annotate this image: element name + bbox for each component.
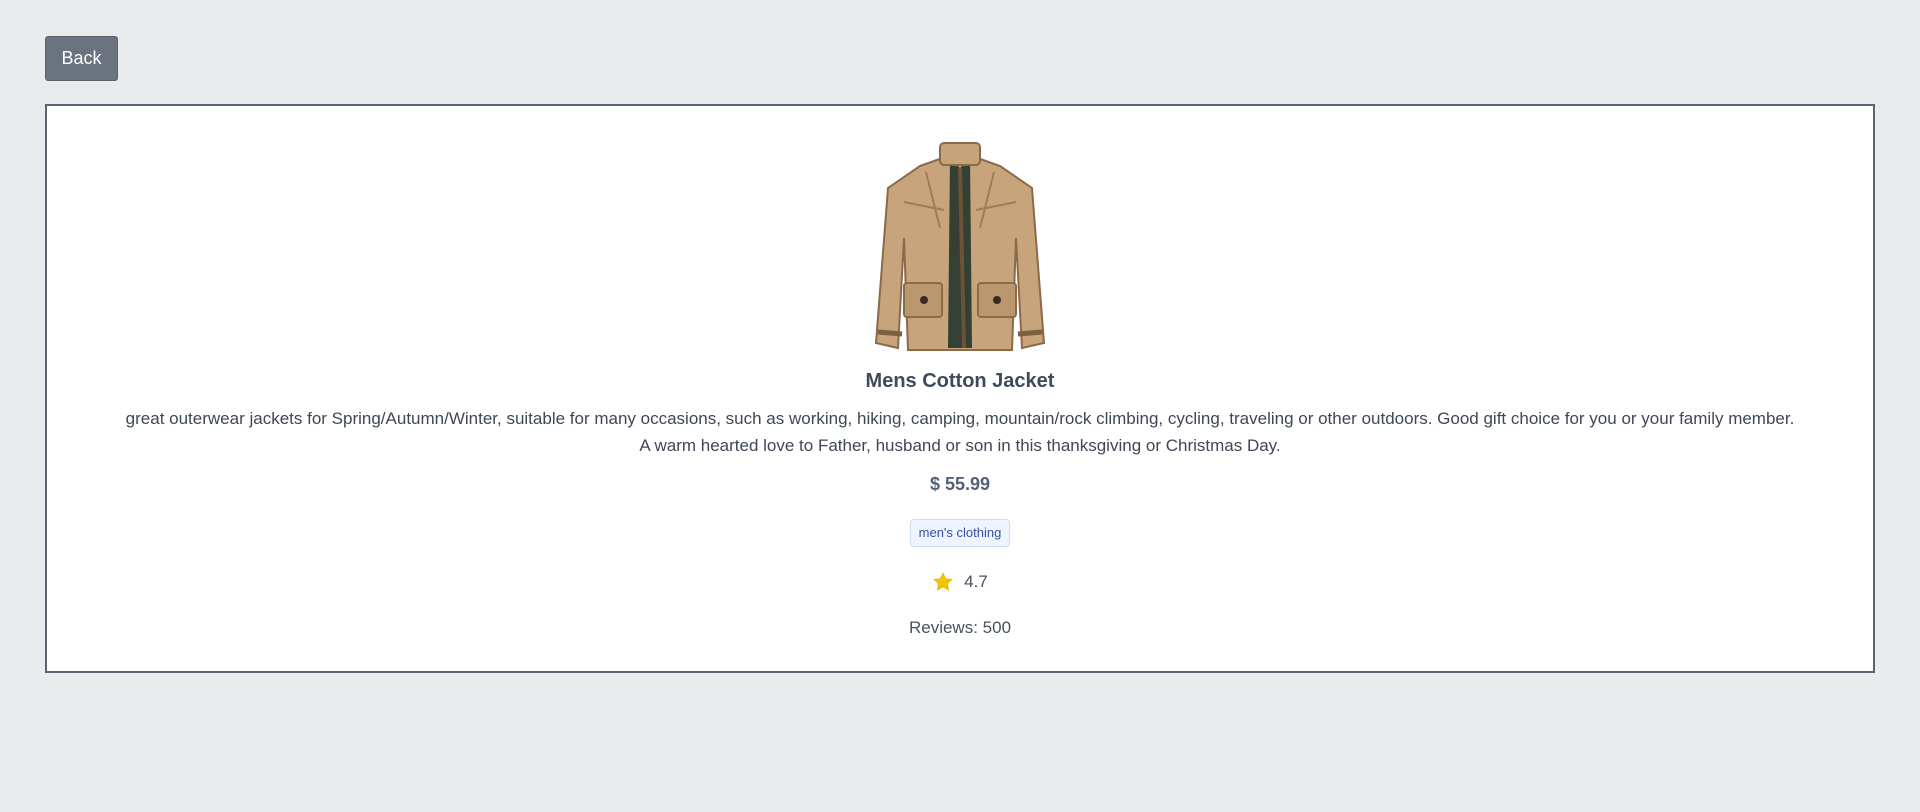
- jacket-icon: [874, 142, 1046, 351]
- reviews-count: Reviews: 500: [908, 618, 1012, 637]
- rating-value: 4.7: [964, 572, 988, 591]
- description-line-2: A warm hearted love to Father, husband o…: [639, 436, 1281, 455]
- product-card: Mens Cotton Jacket great outerwear jacke…: [45, 104, 1875, 673]
- product-price: $ 55.99: [929, 474, 991, 494]
- star-icon: [933, 572, 953, 591]
- product-title: Mens Cotton Jacket: [865, 370, 1055, 392]
- category-badge-container: men's clothing: [47, 519, 1873, 547]
- description-line-1: great outerwear jackets for Spring/Autum…: [125, 409, 1795, 428]
- category-badge: men's clothing: [909, 519, 1011, 547]
- product-description: great outerwear jackets for Spring/Autum…: [67, 405, 1853, 459]
- rating-row: 4.7: [47, 571, 1873, 593]
- back-button[interactable]: Back: [45, 36, 118, 81]
